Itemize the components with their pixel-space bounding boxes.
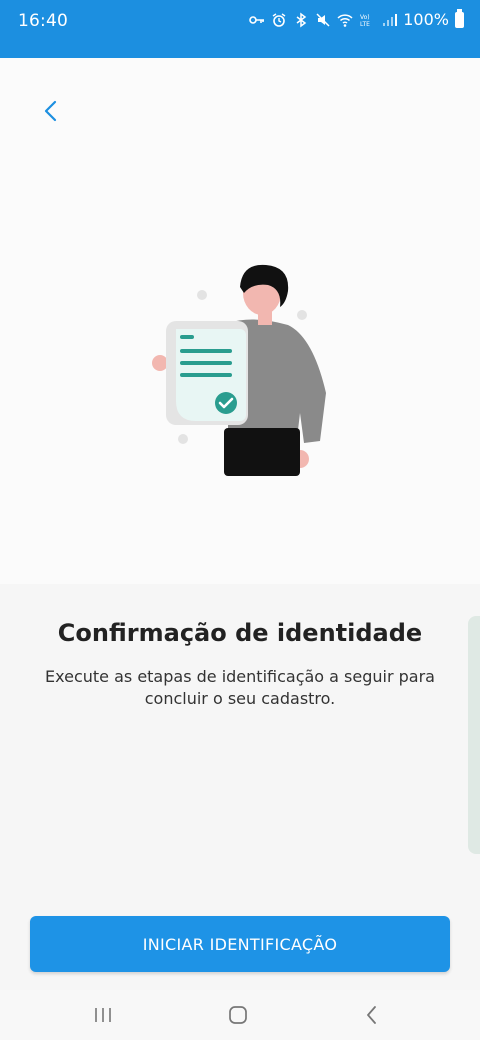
system-navigation-bar	[0, 990, 480, 1040]
status-time: 16:40	[18, 11, 68, 31]
side-drawer-handle[interactable]	[468, 616, 480, 854]
alarm-icon	[272, 12, 286, 27]
battery-icon	[455, 8, 464, 28]
system-back-button[interactable]	[352, 1000, 392, 1030]
decor-dot	[297, 310, 307, 320]
battery-percentage: 100%	[403, 10, 449, 29]
identity-confirmation-page: Confirmação de identidade Execute as eta…	[0, 58, 480, 1040]
volte-icon: Vo)LTE	[360, 14, 370, 28]
recent-apps-icon	[95, 1008, 111, 1022]
page-subtitle: Execute as etapas de identificação a seg…	[45, 667, 435, 708]
home-icon	[229, 1006, 247, 1024]
back-button[interactable]	[34, 94, 68, 128]
back-icon	[367, 1006, 376, 1024]
key-icon	[249, 15, 265, 24]
identity-illustration	[152, 264, 326, 476]
wifi-icon	[337, 13, 353, 27]
status-bar: 16:40 Vo) LTE 100%	[0, 0, 480, 58]
svg-text:LTE: LTE	[360, 21, 370, 28]
decor-dot	[197, 290, 207, 300]
svg-text:Vo): Vo)	[360, 14, 370, 21]
decor-dot	[178, 434, 188, 444]
chevron-left-icon	[44, 100, 57, 122]
signal-icon	[383, 13, 398, 26]
check-icon	[215, 392, 237, 414]
hero-section	[0, 58, 480, 584]
status-icons: Vo) LTE 100%	[249, 8, 464, 29]
bluetooth-icon	[296, 12, 307, 27]
recent-apps-button[interactable]	[83, 1000, 123, 1030]
start-identification-button[interactable]: INICIAR IDENTIFICAÇÃO	[30, 916, 450, 972]
mute-icon	[316, 12, 330, 27]
page-title: Confirmação de identidade	[57, 619, 423, 647]
home-button[interactable]	[218, 1000, 258, 1030]
